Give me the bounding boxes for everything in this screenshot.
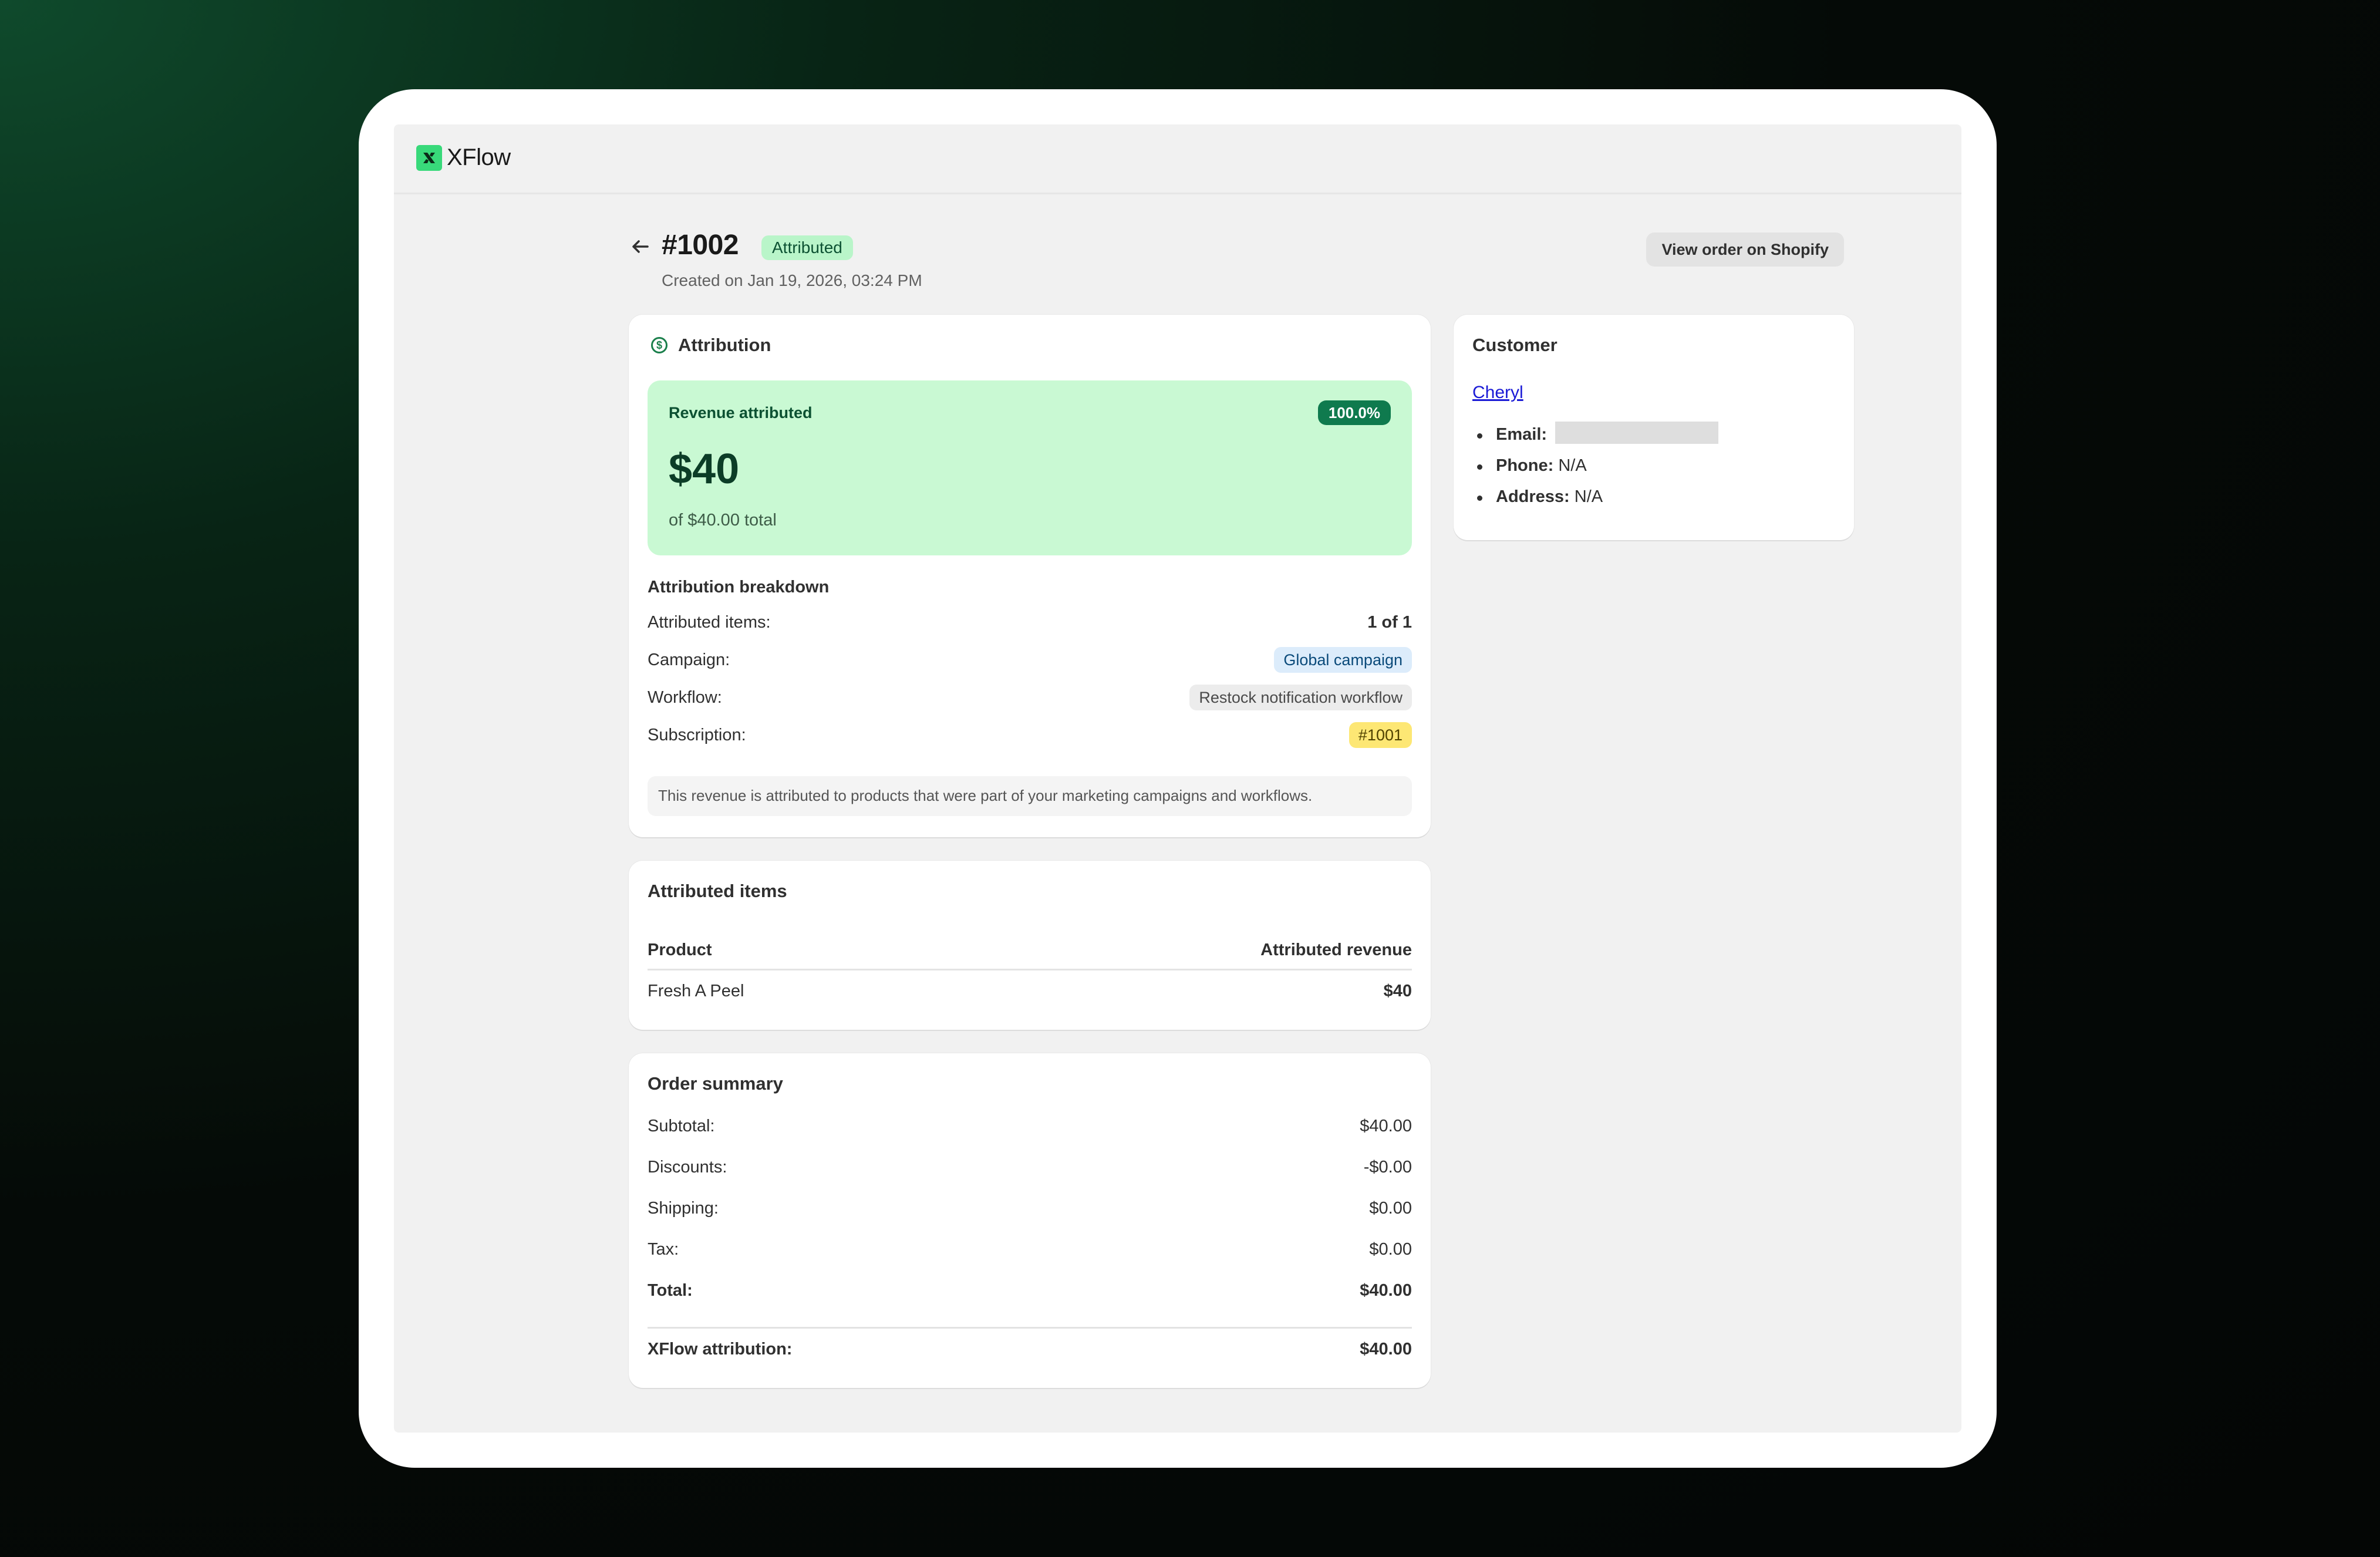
workflow-pill[interactable]: Restock notification workflow bbox=[1189, 685, 1412, 710]
attributed-items-count: 1 of 1 bbox=[1367, 613, 1412, 632]
subscription-pill[interactable]: #1001 bbox=[1349, 722, 1412, 748]
customer-email: Email: bbox=[1472, 422, 1836, 456]
summary-row-discounts: Discounts: -$0.00 bbox=[648, 1153, 1412, 1182]
product-revenue: $40 bbox=[1383, 982, 1412, 1000]
order-summary-card: Order summary Subtotal: $40.00 Discounts… bbox=[629, 1053, 1431, 1388]
app-window: XFlow #1002 Attributed Created on Jan 19… bbox=[394, 124, 1961, 1433]
top-bar: XFlow bbox=[394, 124, 1961, 194]
table-header: Product Attributed revenue bbox=[648, 936, 1412, 970]
summary-label: Shipping: bbox=[648, 1199, 719, 1218]
app-logo[interactable]: XFlow bbox=[416, 144, 511, 171]
customer-title: Customer bbox=[1472, 335, 1558, 355]
summary-value: $0.00 bbox=[1369, 1240, 1412, 1259]
page-header: #1002 Attributed Created on Jan 19, 2026… bbox=[629, 224, 1844, 289]
breakdown-row-campaign: Campaign: Global campaign bbox=[648, 646, 1412, 675]
address-label: Address: bbox=[1496, 487, 1570, 506]
attribution-note: This revenue is attributed to products t… bbox=[648, 776, 1412, 816]
breakdown-label: Workflow: bbox=[648, 688, 722, 707]
phone-label: Phone: bbox=[1496, 456, 1554, 475]
dollar-circle-icon: $ bbox=[651, 337, 668, 353]
summary-label: Discounts: bbox=[648, 1158, 727, 1177]
breakdown-title: Attribution breakdown bbox=[648, 578, 830, 596]
screenshot-frame: XFlow #1002 Attributed Created on Jan 19… bbox=[359, 89, 1997, 1468]
revenue-label: Revenue attributed bbox=[669, 404, 813, 422]
revenue-amount: $40 bbox=[669, 446, 740, 493]
breakdown-label: Subscription: bbox=[648, 726, 746, 744]
phone-value: N/A bbox=[1558, 456, 1587, 475]
attributed-items-title: Attributed items bbox=[648, 881, 787, 901]
summary-row-shipping: Shipping: $0.00 bbox=[648, 1194, 1412, 1224]
customer-name-link[interactable]: Cheryl bbox=[1472, 383, 1523, 403]
summary-label: Tax: bbox=[648, 1240, 679, 1259]
column-header-product: Product bbox=[648, 941, 712, 959]
xflow-attribution-label: XFlow attribution: bbox=[648, 1340, 793, 1359]
attribution-card: $ Attribution Revenue attributed 100.0% … bbox=[629, 315, 1431, 837]
summary-value: $40.00 bbox=[1360, 1117, 1412, 1135]
back-arrow-icon[interactable] bbox=[629, 235, 652, 258]
breakdown-label: Campaign: bbox=[648, 651, 730, 669]
page-title: #1002 bbox=[662, 230, 739, 261]
breakdown-row-subscription: Subscription: #1001 bbox=[648, 721, 1412, 750]
summary-label: Total: bbox=[648, 1281, 693, 1300]
app-name: XFlow bbox=[447, 144, 511, 170]
summary-divider bbox=[648, 1327, 1412, 1329]
breakdown-label: Attributed items: bbox=[648, 613, 771, 632]
order-summary-title: Order summary bbox=[648, 1073, 783, 1094]
attribution-title: Attribution bbox=[678, 335, 771, 355]
column-header-revenue: Attributed revenue bbox=[1260, 941, 1412, 959]
revenue-percent-badge: 100.0% bbox=[1317, 400, 1391, 425]
email-label: Email: bbox=[1496, 425, 1548, 444]
summary-value: -$0.00 bbox=[1363, 1158, 1412, 1177]
view-on-shopify-button[interactable]: View order on Shopify bbox=[1646, 232, 1844, 267]
customer-card: Customer Cheryl Email: Phone: N/A Addres… bbox=[1454, 315, 1854, 540]
status-badge: Attributed bbox=[761, 235, 853, 260]
created-date: Created on Jan 19, 2026, 03:24 PM bbox=[662, 271, 922, 289]
summary-row-xflow-attribution: XFlow attribution: $40.00 bbox=[648, 1335, 1412, 1364]
summary-row-subtotal: Subtotal: $40.00 bbox=[648, 1112, 1412, 1141]
customer-phone: Phone: N/A bbox=[1472, 456, 1836, 487]
revenue-attributed-panel: Revenue attributed 100.0% $40 of $40.00 … bbox=[648, 380, 1412, 555]
address-value: N/A bbox=[1574, 487, 1603, 506]
campaign-pill[interactable]: Global campaign bbox=[1274, 647, 1412, 673]
summary-row-tax: Tax: $0.00 bbox=[648, 1235, 1412, 1265]
xflow-attribution-value: $40.00 bbox=[1360, 1340, 1412, 1359]
customer-address: Address: N/A bbox=[1472, 487, 1836, 518]
product-name: Fresh A Peel bbox=[648, 982, 744, 1000]
summary-label: Subtotal: bbox=[648, 1117, 715, 1135]
revenue-total: of $40.00 total bbox=[669, 511, 777, 530]
breakdown-row-workflow: Workflow: Restock notification workflow bbox=[648, 683, 1412, 713]
summary-row-total: Total: $40.00 bbox=[648, 1276, 1412, 1306]
summary-value: $40.00 bbox=[1360, 1281, 1412, 1300]
xflow-logo-icon bbox=[416, 144, 442, 171]
breakdown-row-items: Attributed items: 1 of 1 bbox=[648, 608, 1412, 638]
email-redacted bbox=[1555, 422, 1719, 444]
attributed-items-card: Attributed items Product Attributed reve… bbox=[629, 861, 1431, 1030]
summary-value: $0.00 bbox=[1369, 1199, 1412, 1218]
table-row: Fresh A Peel $40 bbox=[648, 977, 1412, 1006]
customer-details: Email: Phone: N/A Address: N/A bbox=[1472, 422, 1836, 518]
